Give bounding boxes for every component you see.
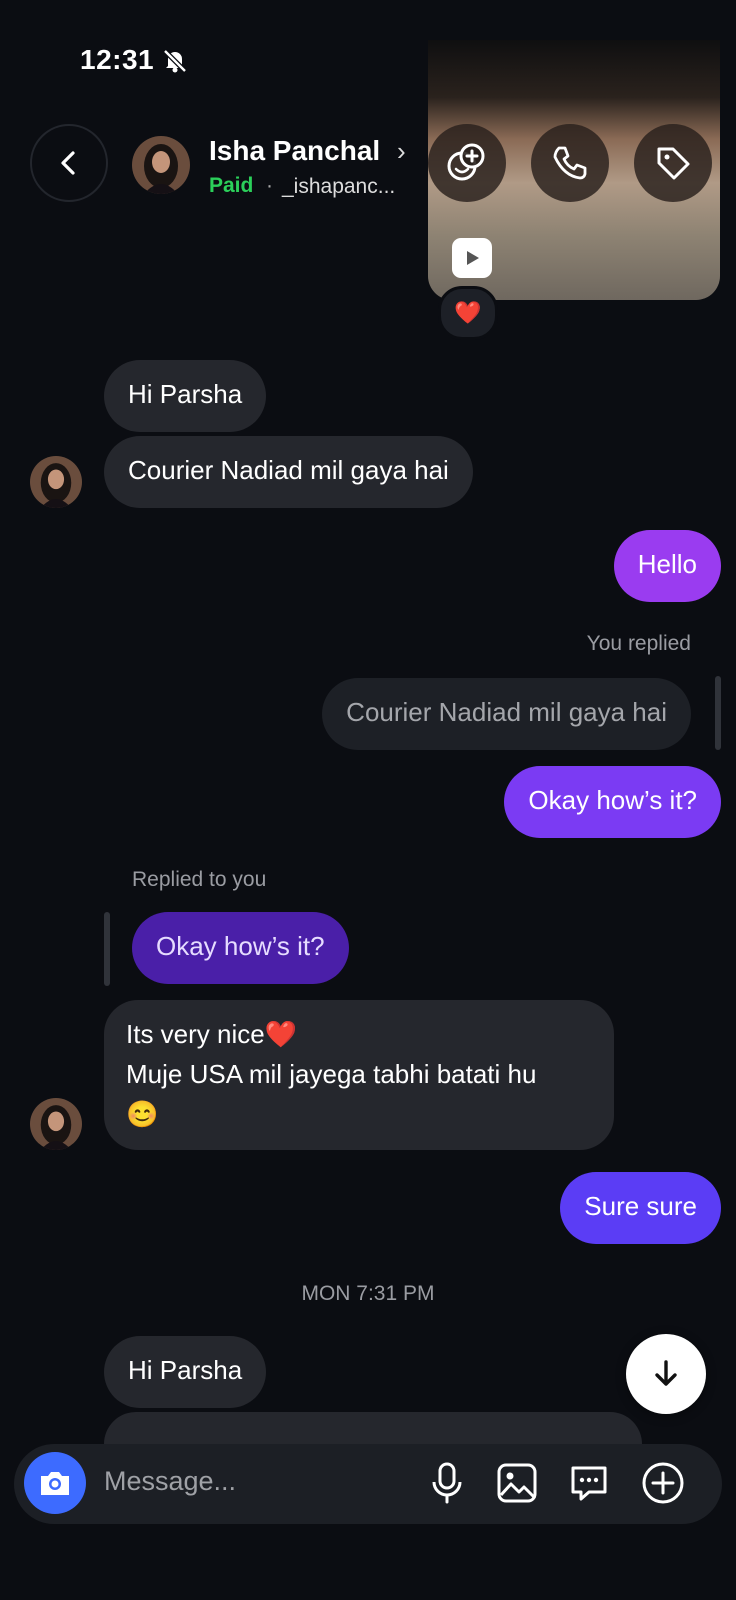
message-bubble-outgoing[interactable]: Hello <box>613 530 721 602</box>
message-input[interactable]: Message... <box>104 1466 236 1497</box>
message-text: Hi Parsha <box>128 1355 243 1385</box>
message-text: Hi Parsha <box>128 379 243 409</box>
quoted-message[interactable]: Okay how’s it? <box>132 912 349 984</box>
message-bubble-clipped[interactable] <box>104 1412 642 1444</box>
quoted-message[interactable]: Courier Nadiad mil gaya hai <box>322 678 691 750</box>
phone-icon <box>553 146 587 180</box>
quoted-text: Courier Nadiad mil gaya hai <box>346 697 667 727</box>
separator: · <box>266 174 273 197</box>
contact-name[interactable]: Isha Panchal <box>209 135 380 167</box>
you-replied-label: You replied <box>586 632 691 655</box>
microphone-button[interactable] <box>424 1460 470 1506</box>
gallery-icon <box>497 1463 537 1503</box>
add-effect-button[interactable] <box>428 124 506 202</box>
microphone-icon <box>432 1462 462 1504</box>
call-button[interactable] <box>531 124 609 202</box>
avatar[interactable] <box>132 136 190 194</box>
back-button[interactable] <box>30 124 108 202</box>
arrow-down-icon <box>655 1360 677 1386</box>
play-icon[interactable] <box>452 238 492 278</box>
message-bubble[interactable]: Courier Nadiad mil gaya hai <box>104 436 473 508</box>
sender-avatar[interactable] <box>30 456 82 508</box>
quote-bar <box>715 676 721 750</box>
message-bubble-outgoing[interactable]: Okay how’s it? <box>504 766 721 838</box>
gallery-button[interactable] <box>494 1460 540 1506</box>
sticker-chat-icon <box>571 1466 607 1501</box>
tag-button[interactable] <box>634 124 712 202</box>
message-text-line: Its very nice❤️ <box>126 1019 298 1049</box>
tag-icon <box>657 147 690 180</box>
chevron-right-icon[interactable]: › <box>397 136 406 167</box>
more-button[interactable] <box>640 1460 686 1506</box>
paid-badge: Paid <box>209 174 254 197</box>
bell-slash-icon <box>162 48 188 74</box>
sender-avatar[interactable] <box>30 1098 82 1150</box>
add-effect-icon <box>447 143 485 181</box>
message-text-line: 😊 <box>126 1099 159 1129</box>
message-bubble-outgoing[interactable]: Sure sure <box>560 1172 721 1244</box>
scroll-to-bottom-button[interactable] <box>626 1334 706 1414</box>
message-bubble[interactable]: Hi Parsha <box>104 1336 267 1408</box>
replied-to-you-label: Replied to you <box>132 868 267 891</box>
status-time: 12:31 <box>80 44 155 75</box>
contact-handle: _ishapanc... <box>282 175 396 198</box>
message-bubble[interactable]: Its very nice❤️ Muje USA mil jayega tabh… <box>104 1000 614 1150</box>
message-text: Okay how’s it? <box>528 785 697 815</box>
plus-circle-icon <box>642 1462 684 1504</box>
camera-icon <box>41 1472 69 1495</box>
message-text: Hello <box>637 549 697 579</box>
quote-bar <box>104 912 110 986</box>
heart-reaction[interactable]: ❤️ <box>438 286 498 340</box>
message-bubble[interactable]: Hi Parsha <box>104 360 267 432</box>
sticker-button[interactable] <box>566 1460 612 1506</box>
heart-icon: ❤️ <box>454 300 482 325</box>
quoted-text: Okay how’s it? <box>156 931 325 961</box>
message-text-line: Muje USA mil jayega tabhi batati hu <box>126 1059 537 1089</box>
back-chevron-icon <box>61 151 75 175</box>
camera-button[interactable] <box>24 1452 86 1514</box>
message-text: Courier Nadiad mil gaya hai <box>128 455 449 485</box>
timestamp: MON 7:31 PM <box>301 1282 435 1305</box>
message-text: Sure sure <box>584 1191 697 1221</box>
